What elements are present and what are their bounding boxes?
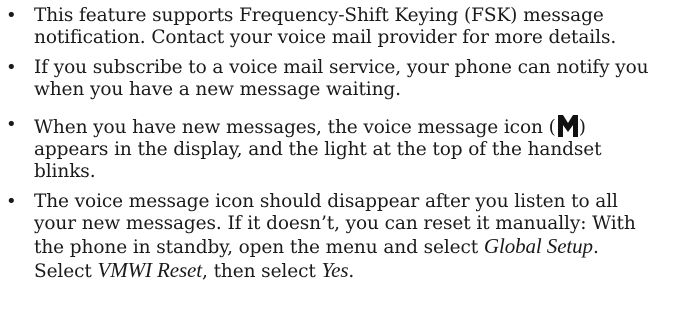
bullet-marker: •: [6, 5, 17, 26]
text-line: If you subscribe to a voice mail service…: [34, 57, 649, 78]
text-before-icon: When you have new messages, the voice me…: [34, 117, 556, 138]
bullet-marker: •: [6, 191, 17, 212]
menu-item-vmwi-reset: VMWI Reset: [97, 258, 203, 282]
text-line-with-icon: When you have new messages, the voice me…: [34, 114, 654, 139]
text-line: The voice message icon should disappear …: [34, 191, 618, 212]
text-line: blinks.: [34, 161, 96, 182]
bullet-marker: •: [6, 57, 17, 78]
bullet-text: The voice message icon should disappear …: [34, 191, 654, 283]
text-segment: the phone in standby, open the menu and …: [34, 237, 484, 258]
document-page: • This feature supports Frequency-Shift …: [0, 0, 674, 316]
menu-item-global-setup: Global Setup: [483, 234, 593, 258]
bullet-marker: •: [6, 114, 17, 135]
text-segment: .: [592, 237, 599, 258]
text-segment: Select: [34, 261, 98, 282]
text-line: Select VMWI Reset, then select Yes.: [34, 259, 654, 283]
text-line: notification. Contact your voice mail pr…: [34, 27, 617, 48]
bullet-text: This feature supports Frequency-Shift Ke…: [34, 5, 654, 49]
menu-option-yes: Yes: [321, 258, 349, 282]
voice-message-icon: [557, 114, 579, 138]
text-line: This feature supports Frequency-Shift Ke…: [34, 5, 604, 26]
text-line: when you have a new message waiting.: [34, 79, 401, 100]
bullet-text: If you subscribe to a voice mail service…: [34, 57, 654, 101]
bullet-text: When you have new messages, the voice me…: [34, 114, 654, 183]
text-segment: .: [348, 261, 355, 282]
text-line: your new messages. If it doesn’t, you ca…: [34, 213, 636, 234]
text-segment: , then select: [202, 261, 322, 282]
text-line: appears in the display, and the light at…: [34, 139, 602, 160]
text-after-icon: ): [578, 117, 586, 138]
text-line: the phone in standby, open the menu and …: [34, 235, 654, 259]
